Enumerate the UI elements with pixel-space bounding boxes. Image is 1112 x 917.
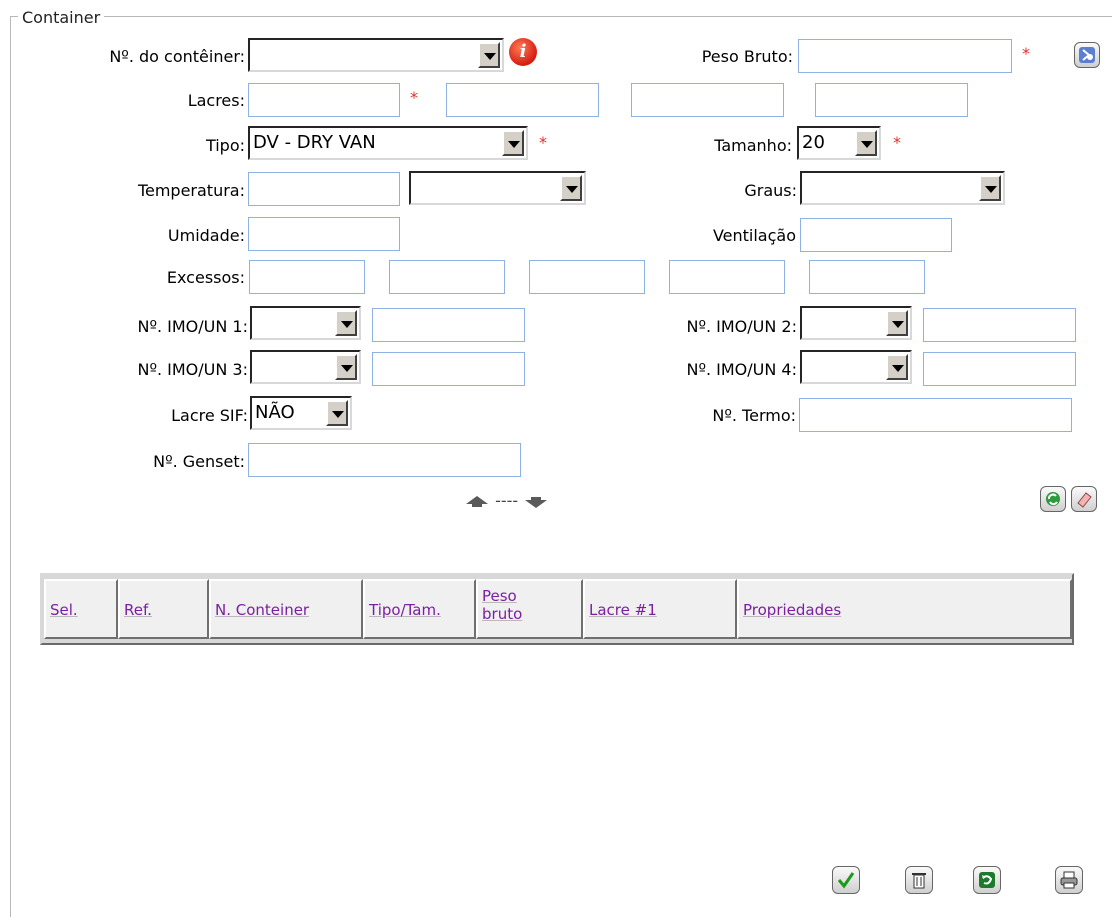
eraser-icon	[1077, 492, 1092, 508]
delete-icon	[912, 873, 926, 889]
lacre-sif-select[interactable]: NÃO	[250, 396, 352, 430]
ventilacao-label: Ventilação	[712, 226, 796, 245]
chevron-down-icon[interactable]	[979, 175, 1001, 201]
tipo-label: Tipo:	[205, 136, 245, 155]
imo-2-label: Nº. IMO/UN 2:	[686, 317, 797, 336]
info-icon[interactable]: i	[509, 38, 537, 66]
imo-3-input[interactable]	[372, 352, 525, 386]
excesso-4-input[interactable]	[669, 260, 785, 294]
print-icon	[1060, 871, 1078, 889]
tamanho-select[interactable]: 20	[797, 126, 881, 160]
chevron-down-icon[interactable]	[335, 310, 357, 336]
imo-4-input[interactable]	[923, 352, 1076, 386]
lacres-label: Lacres:	[187, 91, 245, 110]
excesso-2-input[interactable]	[389, 260, 505, 294]
container-no-select[interactable]	[248, 38, 504, 72]
imo-1-select[interactable]	[250, 306, 361, 340]
excesso-1-input[interactable]	[249, 260, 365, 294]
peso-bruto-input[interactable]	[798, 39, 1012, 73]
genset-label: Nº. Genset:	[153, 452, 245, 471]
graus-label: Graus:	[744, 181, 797, 200]
reorder-separator: ----	[495, 491, 519, 510]
temperatura-input[interactable]	[248, 172, 400, 206]
arrow-down-icon[interactable]	[523, 493, 549, 511]
chevron-down-icon[interactable]	[886, 354, 908, 380]
tipo-select[interactable]: DV - DRY VAN	[248, 126, 528, 160]
arrow-up-icon[interactable]	[464, 493, 490, 511]
refresh-button[interactable]	[1040, 486, 1066, 512]
termo-label: Nº. Termo:	[712, 406, 796, 425]
imo-1-input[interactable]	[372, 308, 525, 342]
excessos-label: Excessos:	[166, 268, 245, 287]
temperatura-label: Temperatura:	[137, 181, 245, 200]
imo-3-label: Nº. IMO/UN 3:	[137, 360, 248, 379]
tipo-value: DV - DRY VAN	[253, 132, 376, 153]
grid-header-propriedades[interactable]: Propriedades	[737, 579, 1072, 639]
required-marker: *	[893, 133, 901, 152]
excesso-3-input[interactable]	[529, 260, 645, 294]
tamanho-value: 20	[802, 132, 825, 153]
imo-3-select[interactable]	[250, 350, 361, 384]
chevron-down-icon[interactable]	[855, 130, 877, 156]
graus-select[interactable]	[800, 171, 1005, 205]
required-marker: *	[1022, 44, 1030, 63]
imo-4-select[interactable]	[800, 350, 912, 384]
grid-header-container[interactable]: N. Conteiner	[209, 579, 363, 639]
refresh-icon	[1046, 492, 1060, 506]
ventilacao-input[interactable]	[800, 218, 952, 252]
grid-header-tipo-tam[interactable]: Tipo/Tam.	[363, 579, 476, 639]
lookup-icon	[1079, 47, 1095, 63]
lacre-1-input[interactable]	[248, 83, 400, 117]
lacre-2-input[interactable]	[446, 83, 599, 117]
imo-1-label: Nº. IMO/UN 1:	[137, 317, 248, 336]
delete-button[interactable]	[905, 866, 933, 894]
required-marker: *	[539, 133, 547, 152]
imo-2-input[interactable]	[923, 308, 1076, 342]
umidade-input[interactable]	[248, 217, 400, 251]
termo-input[interactable]	[799, 398, 1072, 432]
fieldset-legend: Container	[18, 8, 105, 27]
tamanho-label: Tamanho:	[714, 136, 792, 155]
reorder-controls: ----	[464, 491, 549, 511]
grid-header-lacre[interactable]: Lacre #1	[583, 579, 737, 639]
confirm-icon	[837, 872, 855, 889]
grid-header-sel[interactable]: Sel.	[44, 579, 118, 639]
print-button[interactable]	[1055, 866, 1083, 894]
lacre-sif-value: NÃO	[255, 402, 295, 423]
container-no-label: Nº. do contêiner:	[109, 47, 245, 66]
chevron-down-icon[interactable]	[326, 400, 348, 426]
undo-button[interactable]	[973, 866, 1001, 894]
lacre-4-input[interactable]	[815, 83, 968, 117]
chevron-down-icon[interactable]	[478, 42, 500, 68]
lacre-3-input[interactable]	[631, 83, 784, 117]
umidade-label: Umidade:	[167, 226, 245, 245]
required-marker: *	[410, 88, 418, 107]
excesso-5-input[interactable]	[809, 260, 925, 294]
chevron-down-icon[interactable]	[886, 310, 908, 336]
chevron-down-icon[interactable]	[502, 130, 524, 156]
imo-4-label: Nº. IMO/UN 4:	[686, 360, 797, 379]
undo-icon	[979, 872, 995, 888]
grid-header-peso[interactable]: Peso bruto	[476, 579, 583, 639]
confirm-button[interactable]	[832, 866, 860, 894]
container-grid: Sel. Ref. N. Conteiner Tipo/Tam. Peso br…	[40, 573, 1074, 645]
imo-2-select[interactable]	[800, 306, 912, 340]
genset-input[interactable]	[248, 443, 521, 477]
lookup-button[interactable]	[1074, 42, 1100, 68]
grid-header-ref[interactable]: Ref.	[118, 579, 209, 639]
eraser-button[interactable]	[1071, 486, 1097, 512]
lacre-sif-label: Lacre SIF:	[171, 406, 248, 425]
peso-bruto-label: Peso Bruto:	[701, 47, 793, 66]
chevron-down-icon[interactable]	[335, 354, 357, 380]
